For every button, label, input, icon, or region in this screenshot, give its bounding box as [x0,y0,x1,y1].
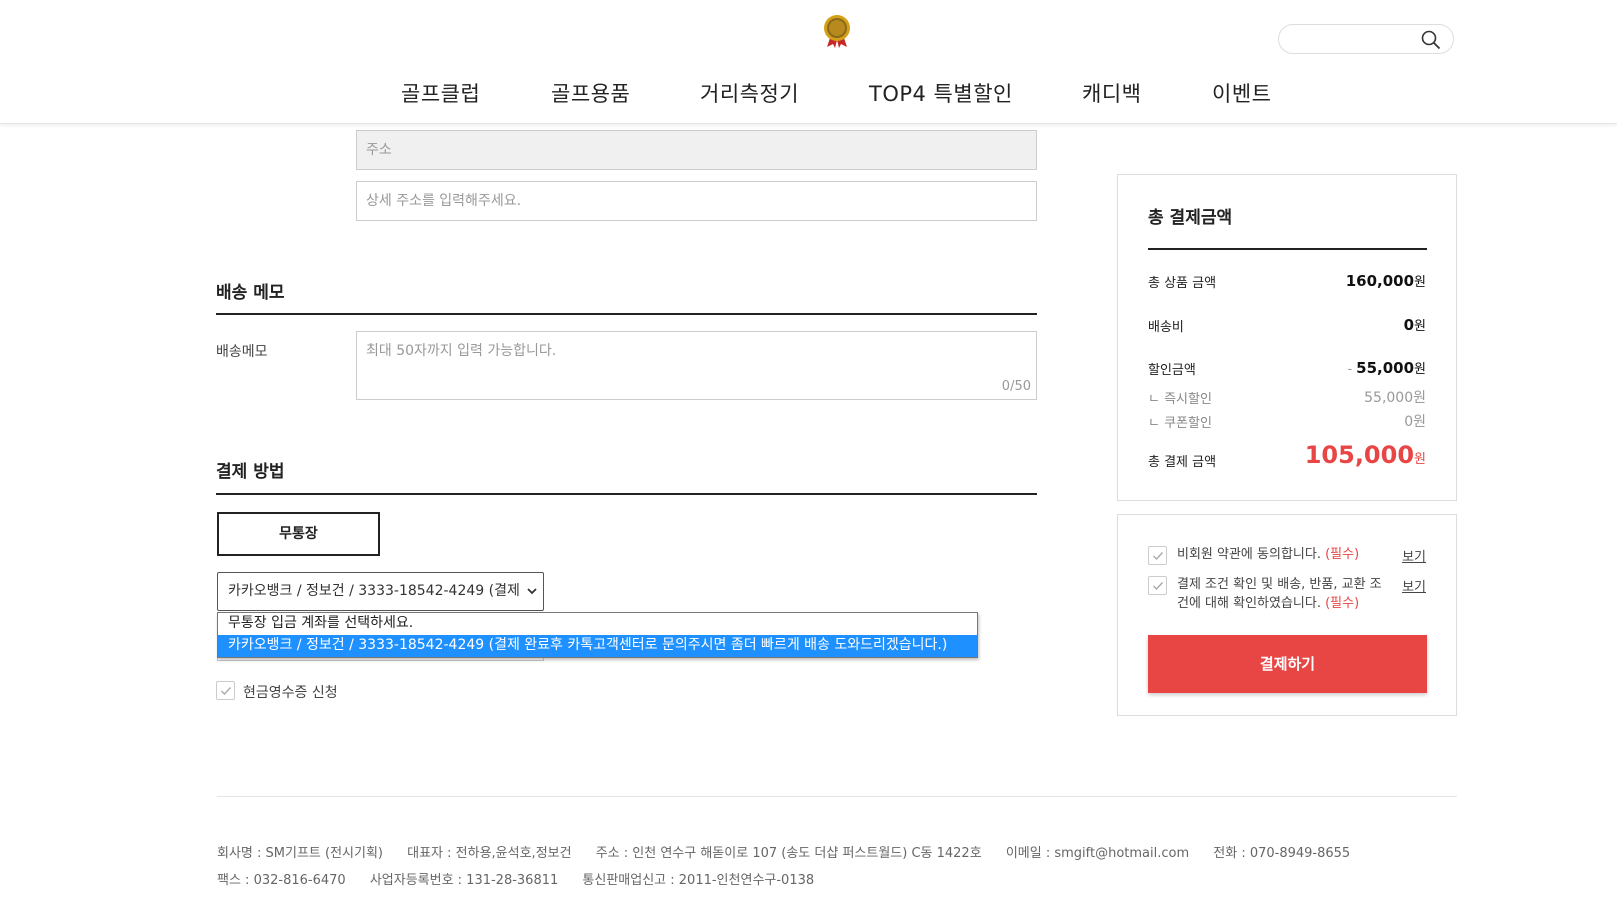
delivery-memo-textarea[interactable]: 최대 50자까지 입력 가능합니다. 0/50 [356,331,1037,400]
summary-divider [1148,248,1427,250]
nav-item-event[interactable]: 이벤트 [1212,78,1271,108]
coupon-discount-label: ㄴ 쿠폰할인 [1148,416,1212,431]
section-divider [216,493,1037,495]
agreement-box: 비회원 약관에 동의합니다. (필수) 보기 결제 조건 확인 및 배송, 반품… [1117,514,1457,716]
conditions-checkbox[interactable] [1148,576,1167,595]
delivery-memo-label: 배송메모 [216,344,268,360]
grand-total-value: 105,000원 [1304,441,1426,469]
footer-info-row-2: 팩스 : 032-816-6470 사업자등록번호 : 131-28-36811… [217,869,834,888]
char-counter: 0/50 [1001,379,1031,394]
dropdown-option[interactable]: 무통장 입금 계좌를 선택하세요. [218,613,977,635]
search-input[interactable] [1278,24,1454,54]
conditions-view-link[interactable]: 보기 [1402,576,1426,595]
instant-discount-label: ㄴ 즉시할인 [1148,392,1212,407]
delivery-memo-placeholder: 최대 50자까지 입력 가능합니다. [366,343,557,359]
terms-checkbox[interactable] [1148,546,1167,565]
discount-value: -55,000원 [1347,359,1426,377]
footer-address: 주소 : 인천 연수구 해돋이로 107 (송도 더샵 퍼스트월드) C동 14… [595,846,982,861]
delivery-memo-title: 배송 메모 [216,283,285,303]
cash-receipt-label: 현금영수증 신청 [243,685,338,701]
coupon-discount-value: 0원 [1404,414,1426,430]
nav-item-caddie-bag[interactable]: 캐디백 [1082,78,1141,108]
bank-account-selected-value: 카카오뱅크 / 정보건 / 3333-18542-4249 (결제 [228,583,520,599]
conditions-text: 결제 조건 확인 및 배송, 반품, 교환 조건에 대해 확인하였습니다. (필… [1177,577,1382,611]
discount-label: 할인금액 [1148,363,1196,378]
bank-transfer-tab[interactable]: 무통장 [217,512,380,556]
section-divider [216,313,1037,315]
footer-fax: 팩스 : 032-816-6470 [217,873,346,888]
nav-item-top4-sale[interactable]: TOP4 특별할인 [869,78,1013,108]
instant-discount-value: 55,000원 [1364,390,1426,406]
footer-divider [217,796,1457,797]
footer-company: 회사명 : SM기프트 (전시기획) [217,846,383,861]
payment-summary: 총 결제금액 총 상품 금액 160,000원 배송비 0원 할인금액 -55,… [1117,174,1457,501]
footer-phone: 전화 : 070-8949-8655 [1213,846,1351,861]
bank-account-select[interactable]: 카카오뱅크 / 정보건 / 3333-18542-4249 (결제 [217,572,544,611]
nav-item-golf-clubs[interactable]: 골프클럽 [401,78,480,108]
footer-email: 이메일 : smgift@hotmail.com [1005,846,1190,861]
footer-mail-order: 통신판매업신고 : 2011-인천연수구-0138 [582,873,815,888]
address-detail-input[interactable]: 상세 주소를 입력해주세요. [356,181,1037,221]
terms-view-link[interactable]: 보기 [1402,546,1426,565]
main-nav: 골프클럽 골프용품 거리측정기 TOP4 특별할인 캐디백 이벤트 [0,78,1617,110]
footer-info-row-1: 회사명 : SM기프트 (전시기획) 대표자 : 전하용,윤석호,정보건 주소 … [217,842,1370,861]
cash-receipt-checkbox[interactable] [216,681,235,700]
terms-text: 비회원 약관에 동의합니다. (필수) [1177,547,1360,562]
payment-method-title: 결제 방법 [216,462,285,482]
chevron-down-icon [527,573,537,610]
shipping-value: 0원 [1403,316,1426,334]
summary-title: 총 결제금액 [1148,208,1233,228]
footer-ceo: 대표자 : 전하용,윤석호,정보건 [407,846,572,861]
nav-item-rangefinder[interactable]: 거리측정기 [700,78,799,108]
pay-button[interactable]: 결제하기 [1148,635,1427,693]
address-input[interactable]: 주소 [356,130,1037,170]
product-total-value: 160,000원 [1345,272,1426,290]
dropdown-option-selected[interactable]: 카카오뱅크 / 정보건 / 3333-18542-4249 (결제 완료후 카톡… [218,635,977,657]
bank-account-dropdown: 무통장 입금 계좌를 선택하세요. 카카오뱅크 / 정보건 / 3333-185… [217,612,978,658]
search-icon[interactable] [1421,30,1441,50]
site-header: 골프클럽 골프용품 거리측정기 TOP4 특별할인 캐디백 이벤트 [0,0,1617,124]
product-total-label: 총 상품 금액 [1148,276,1217,291]
grand-total-label: 총 결제 금액 [1148,455,1217,470]
footer-business-no: 사업자등록번호 : 131-28-36811 [369,873,559,888]
shipping-label: 배송비 [1148,320,1184,335]
gold-badge-logo-icon[interactable] [822,14,852,48]
nav-item-golf-goods[interactable]: 골프용품 [551,78,630,108]
